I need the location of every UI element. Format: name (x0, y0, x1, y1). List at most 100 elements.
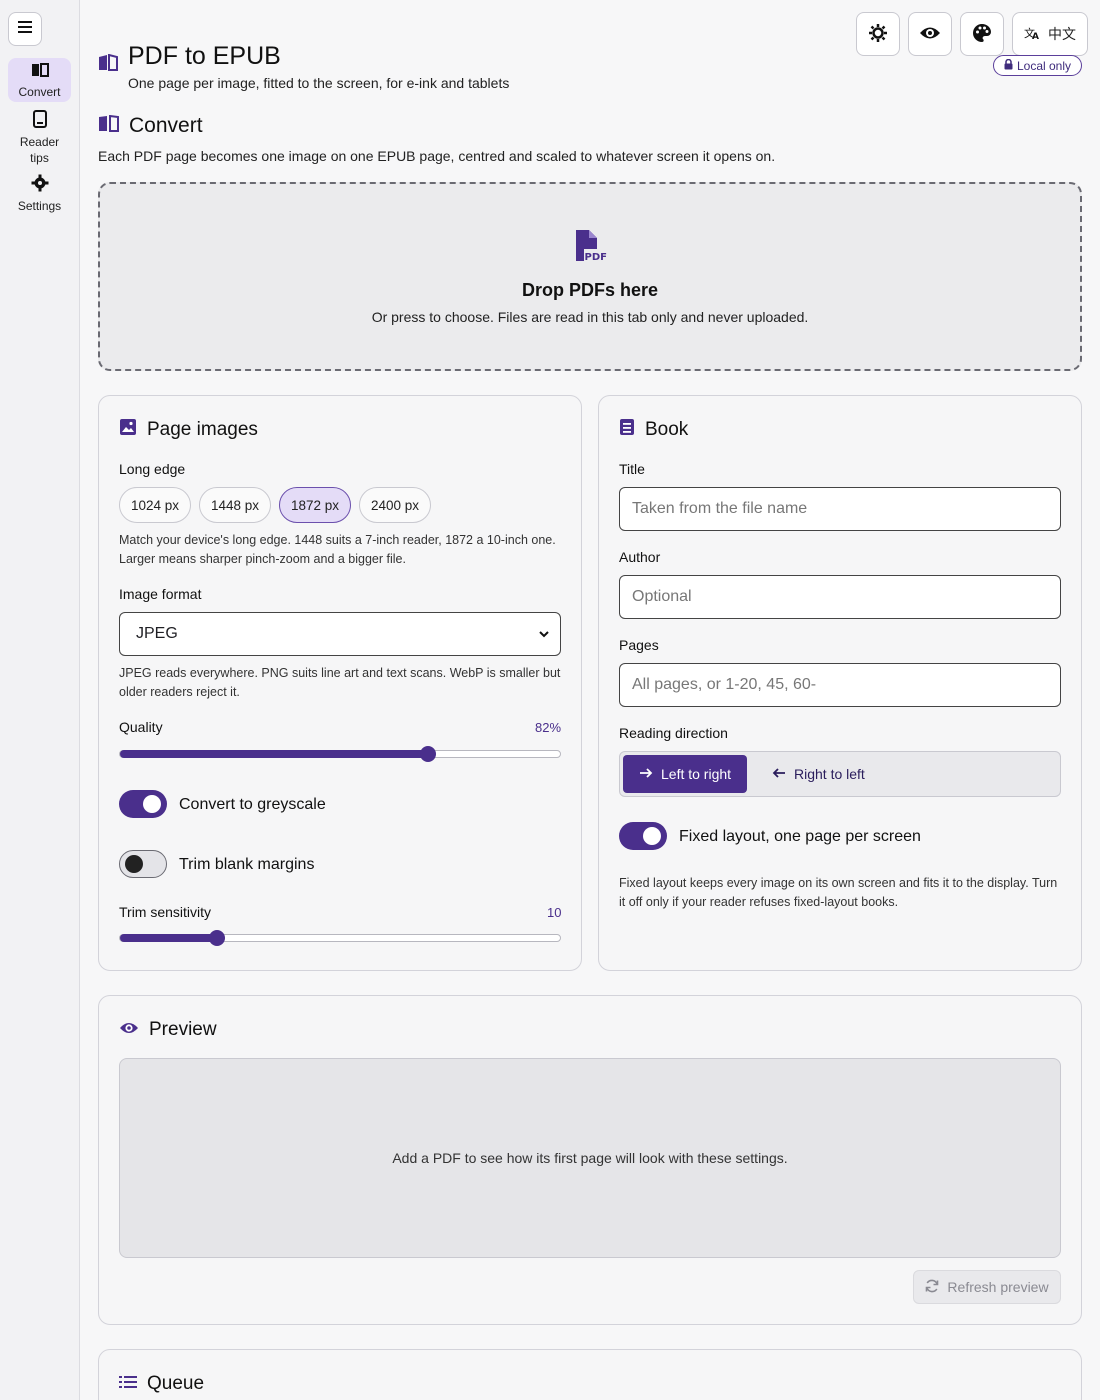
page-title: PDF to EPUB (128, 42, 281, 70)
tablet-icon (32, 110, 48, 134)
right-to-left-label: Right to left (794, 766, 865, 782)
sun-icon (868, 23, 888, 46)
card-title: Page images (119, 418, 258, 442)
card-title: Book (619, 418, 688, 442)
reading-direction-toggle: Left to right Right to left (619, 751, 1061, 797)
card-title-text: Page images (147, 419, 258, 440)
book-open-icon (31, 62, 49, 84)
right-to-left-button[interactable]: Right to left (756, 755, 881, 793)
convert-section-header: Convert (98, 114, 203, 138)
card-title: Queue (119, 1373, 204, 1395)
sidebar-item-label: Convert (18, 85, 61, 99)
greyscale-label: Convert to greyscale (179, 796, 326, 813)
reading-mode-button[interactable] (908, 12, 952, 56)
local-only-badge: Local only (993, 55, 1082, 76)
sidebar-item-label: Reader tips (19, 135, 60, 165)
fixed-layout-help: Fixed layout keeps every image on its ow… (619, 876, 1058, 909)
dropzone-subtitle: Or press to choose. Files are read in th… (371, 308, 809, 325)
trim-sensitivity-slider[interactable] (119, 930, 561, 946)
svg-text:A: A (1032, 32, 1039, 40)
language-label: 中文 (1048, 26, 1076, 42)
card-title-text: Book (645, 419, 689, 440)
page-images-card: Page images Long edge 1024 px 1448 px 18… (98, 395, 582, 971)
brightness-button[interactable] (856, 12, 900, 56)
language-button[interactable]: 文A 中文 (1012, 12, 1088, 56)
book-card: Book Title Taken from the file name Auth… (598, 395, 1082, 971)
gear-icon (31, 174, 49, 198)
quality-label: Quality (119, 719, 163, 735)
long-edge-option-1024[interactable]: 1024 px (119, 487, 191, 523)
pdf-dropzone[interactable]: PDF Drop PDFs here Or press to choose. F… (98, 182, 1082, 371)
sidebar-item-settings[interactable]: Settings (8, 170, 71, 214)
image-format-help: JPEG reads everywhere. PNG suits line ar… (119, 666, 561, 699)
image-format-label: Image format (119, 586, 202, 602)
long-edge-option-1872[interactable]: 1872 px (279, 487, 351, 523)
greyscale-toggle[interactable] (119, 790, 167, 818)
trim-sensitivity-slider-fill (120, 934, 217, 942)
author-input[interactable]: Optional (619, 575, 1061, 619)
queue-card: Queue (98, 1349, 1082, 1400)
preview-card: Preview Add a PDF to see how its first p… (98, 995, 1082, 1325)
eye-icon (919, 25, 941, 44)
long-edge-label: Long edge (119, 461, 186, 477)
fixed-layout-label: Fixed layout, one page per screen (679, 828, 921, 845)
pdf-file-icon: PDF (573, 229, 607, 268)
menu-button[interactable] (8, 12, 42, 46)
quality-slider-fill (120, 750, 428, 758)
sidebar-item-label: Settings (17, 199, 62, 213)
sidebar-item-reader-tips[interactable]: Reader tips (8, 106, 71, 165)
card-title-text: Preview (149, 1019, 217, 1040)
svg-text:PDF: PDF (585, 252, 607, 263)
trim-margins-label: Trim blank margins (179, 856, 315, 873)
selected-format: JPEG (136, 625, 178, 642)
list-icon (119, 1373, 137, 1395)
chevron-down-icon (538, 627, 550, 645)
author-label: Author (619, 549, 661, 565)
book-icon (619, 418, 635, 442)
book-open-icon (98, 114, 119, 137)
pages-input[interactable]: All pages, or 1-20, 45, 60- (619, 663, 1061, 707)
trim-margins-toggle[interactable] (119, 850, 167, 878)
trim-sensitivity-label: Trim sensitivity (119, 904, 212, 920)
badge-text: Local only (1016, 58, 1072, 73)
page-subtitle: One page per image, fitted to the screen… (128, 75, 510, 91)
theme-button[interactable] (960, 12, 1004, 56)
long-edge-help: Match your device's long edge. 1448 suit… (119, 533, 556, 566)
quality-slider[interactable] (119, 746, 561, 762)
refresh-preview-label: Refresh preview (947, 1279, 1049, 1295)
fixed-layout-toggle[interactable] (619, 822, 667, 850)
book-open-icon (98, 53, 118, 76)
long-edge-option-1448[interactable]: 1448 px (199, 487, 271, 523)
sidebar: Convert Reader tips Settings (0, 0, 80, 1400)
trim-sensitivity-slider-handle[interactable] (209, 930, 225, 946)
quality-slider-handle[interactable] (420, 746, 436, 762)
lock-icon (1004, 58, 1013, 73)
preview-empty-text: Add a PDF to see how its first page will… (392, 1150, 788, 1166)
title-input[interactable]: Taken from the file name (619, 487, 1061, 531)
dropzone-title: Drop PDFs here (521, 279, 659, 300)
card-title-text: Queue (147, 1373, 205, 1394)
translate-icon: 文A (1024, 26, 1040, 43)
section-description: Each PDF page becomes one image on one E… (98, 148, 776, 164)
quality-value: 82% (535, 720, 562, 735)
eye-icon (119, 1019, 139, 1041)
image-format-select[interactable]: JPEG (119, 612, 561, 656)
pages-label: Pages (619, 637, 659, 653)
hamburger-icon (17, 20, 33, 39)
palette-icon (972, 23, 992, 46)
card-title: Preview (119, 1019, 217, 1041)
refresh-preview-button[interactable]: Refresh preview (913, 1270, 1061, 1304)
section-title: Convert (129, 114, 203, 137)
refresh-icon (925, 1279, 939, 1296)
sidebar-item-convert[interactable]: Convert (8, 58, 71, 102)
left-to-right-label: Left to right (661, 766, 732, 782)
long-edge-option-2400[interactable]: 2400 px (359, 487, 431, 523)
left-to-right-button[interactable]: Left to right (623, 755, 748, 793)
image-icon (119, 418, 137, 442)
arrow-right-icon (639, 766, 653, 782)
trim-sensitivity-value: 10 (547, 905, 562, 920)
title-label: Title (619, 461, 645, 477)
arrow-left-icon (772, 766, 786, 782)
preview-area: Add a PDF to see how its first page will… (119, 1058, 1061, 1258)
reading-direction-label: Reading direction (619, 725, 728, 741)
